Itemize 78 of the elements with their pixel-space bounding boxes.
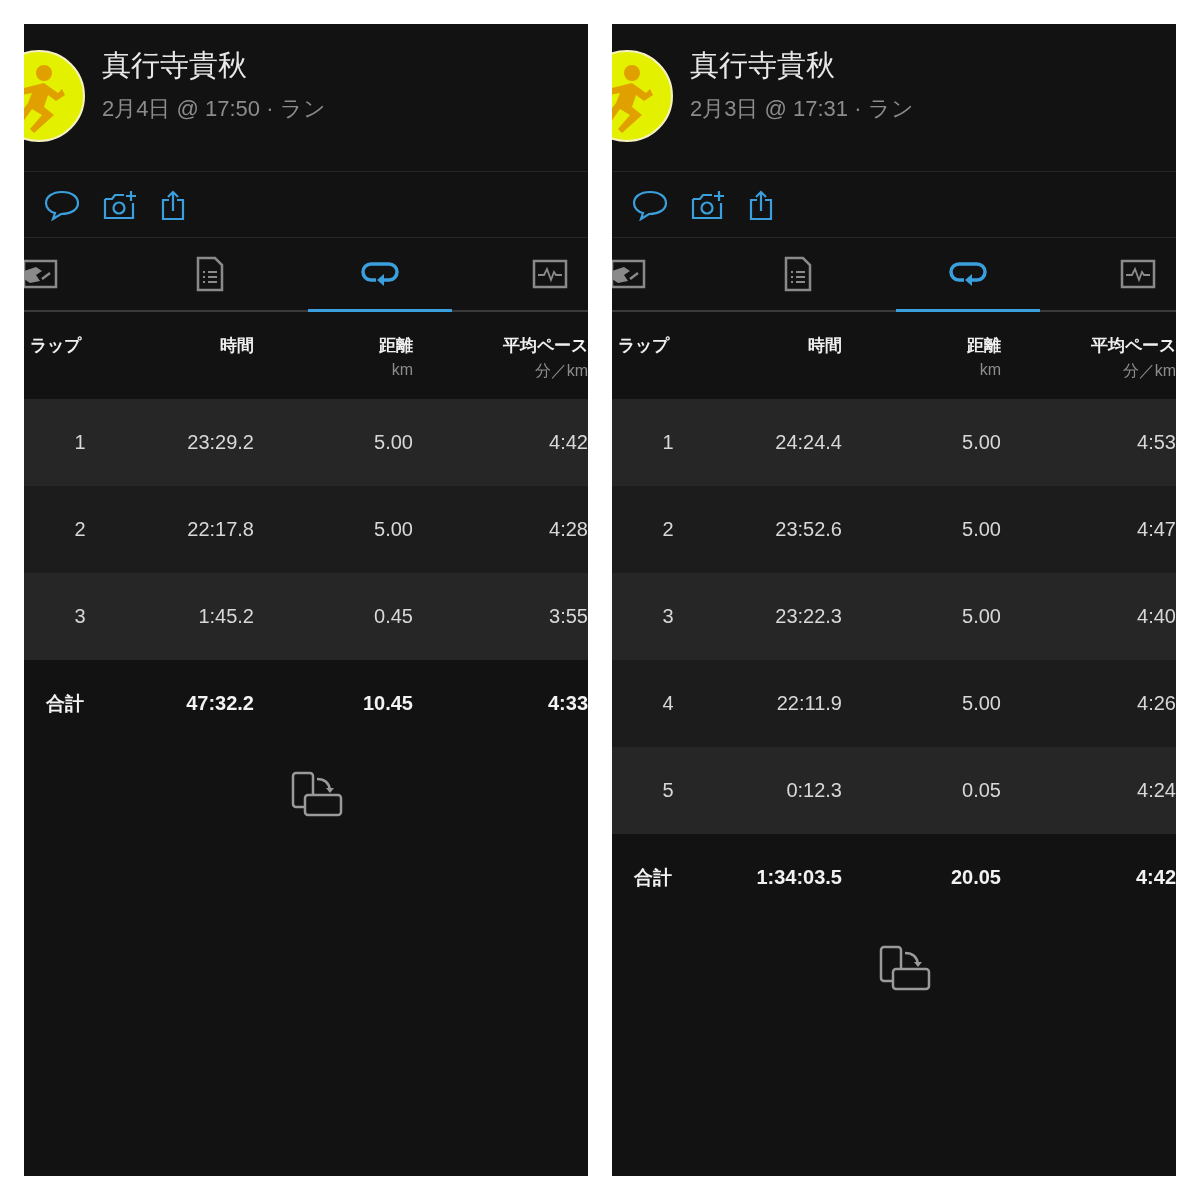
lap-number: 1 bbox=[73, 431, 87, 454]
lap-time: 22:17.8 bbox=[186, 518, 254, 541]
lap-pace: 4:53 bbox=[1136, 431, 1176, 454]
total-distance: 10.45 bbox=[361, 692, 413, 715]
column-header: ラップ bbox=[618, 335, 669, 357]
column-unit: km bbox=[979, 361, 1001, 379]
column-header: 距離 bbox=[379, 335, 413, 357]
lap-time: 23:29.2 bbox=[186, 431, 254, 454]
activity-icon bbox=[612, 259, 646, 289]
column-header: ラップ bbox=[30, 335, 81, 357]
lap-distance: 0.05 bbox=[961, 779, 1001, 802]
rotate-screen-icon[interactable] bbox=[291, 771, 343, 817]
share-button[interactable] bbox=[160, 188, 186, 221]
add-photo-button[interactable] bbox=[690, 188, 726, 221]
total-label: 合計 bbox=[45, 691, 85, 716]
heartbeat-icon bbox=[532, 259, 568, 289]
loop-icon bbox=[360, 260, 400, 288]
share-icon bbox=[160, 188, 186, 221]
lap-pace: 4:47 bbox=[1136, 518, 1176, 541]
total-pace: 4:33 bbox=[546, 692, 588, 715]
share-icon bbox=[748, 188, 774, 221]
comment-icon bbox=[632, 188, 668, 221]
column-header: 距離 bbox=[967, 335, 1001, 357]
lap-time: 22:11.9 bbox=[775, 692, 842, 715]
lap-number: 5 bbox=[661, 779, 675, 802]
activity-date: 2月3日 @ 17:31 · ラン bbox=[690, 94, 914, 123]
lap-time: 0:12.3 bbox=[785, 779, 842, 802]
document-icon bbox=[196, 256, 224, 292]
share-button[interactable] bbox=[748, 188, 774, 221]
lap-pace: 4:42 bbox=[548, 431, 588, 454]
lap-number: 2 bbox=[73, 518, 87, 541]
column-unit: 分／km bbox=[1122, 361, 1176, 381]
total-distance: 20.05 bbox=[949, 866, 1001, 889]
activity-date: 2月4日 @ 17:50 · ラン bbox=[102, 94, 326, 123]
lap-distance: 5.00 bbox=[373, 518, 413, 541]
total-time: 47:32.2 bbox=[185, 692, 254, 715]
lap-distance: 5.00 bbox=[961, 692, 1001, 715]
total-time: 1:34:03.5 bbox=[755, 866, 842, 889]
lap-distance: 5.00 bbox=[961, 431, 1001, 454]
column-unit: 分／km bbox=[534, 361, 588, 381]
lap-time: 23:52.6 bbox=[774, 518, 842, 541]
lap-time: 24:24.4 bbox=[774, 431, 842, 454]
lap-distance: 5.00 bbox=[961, 605, 1001, 628]
heartbeat-icon bbox=[1120, 259, 1156, 289]
lap-pace: 3:55 bbox=[548, 605, 588, 628]
column-header: 時間 bbox=[220, 335, 254, 357]
comment-button[interactable] bbox=[44, 188, 80, 221]
total-label: 合計 bbox=[633, 865, 673, 890]
total-pace: 4:42 bbox=[1134, 866, 1176, 889]
lap-time: 1:45.2 bbox=[197, 605, 254, 628]
camera-icon bbox=[102, 188, 138, 221]
user-name: 真行寺貴秋 bbox=[102, 47, 248, 83]
loop-icon bbox=[948, 260, 988, 288]
document-icon bbox=[784, 256, 812, 292]
user-name: 真行寺貴秋 bbox=[690, 47, 836, 83]
add-photo-button[interactable] bbox=[102, 188, 138, 221]
lap-pace: 4:26 bbox=[1136, 692, 1176, 715]
lap-number: 1 bbox=[661, 431, 675, 454]
comment-button[interactable] bbox=[632, 188, 668, 221]
column-header: 平均ペース bbox=[1091, 335, 1176, 357]
activity-icon bbox=[24, 259, 58, 289]
lap-number: 2 bbox=[661, 518, 675, 541]
column-header: 時間 bbox=[808, 335, 842, 357]
rotate-screen-icon[interactable] bbox=[879, 945, 931, 991]
lap-distance: 5.00 bbox=[961, 518, 1001, 541]
comment-icon bbox=[44, 188, 80, 221]
lap-pace: 4:24 bbox=[1136, 779, 1176, 802]
lap-distance: 5.00 bbox=[373, 431, 413, 454]
lap-number: 3 bbox=[73, 605, 87, 628]
lap-time: 23:22.3 bbox=[774, 605, 842, 628]
lap-number: 3 bbox=[661, 605, 675, 628]
camera-icon bbox=[690, 188, 726, 221]
lap-pace: 4:40 bbox=[1136, 605, 1176, 628]
column-header: 平均ペース bbox=[503, 335, 588, 357]
lap-distance: 0.45 bbox=[373, 605, 413, 628]
lap-pace: 4:28 bbox=[548, 518, 588, 541]
column-unit: km bbox=[391, 361, 413, 379]
lap-number: 4 bbox=[661, 692, 675, 715]
